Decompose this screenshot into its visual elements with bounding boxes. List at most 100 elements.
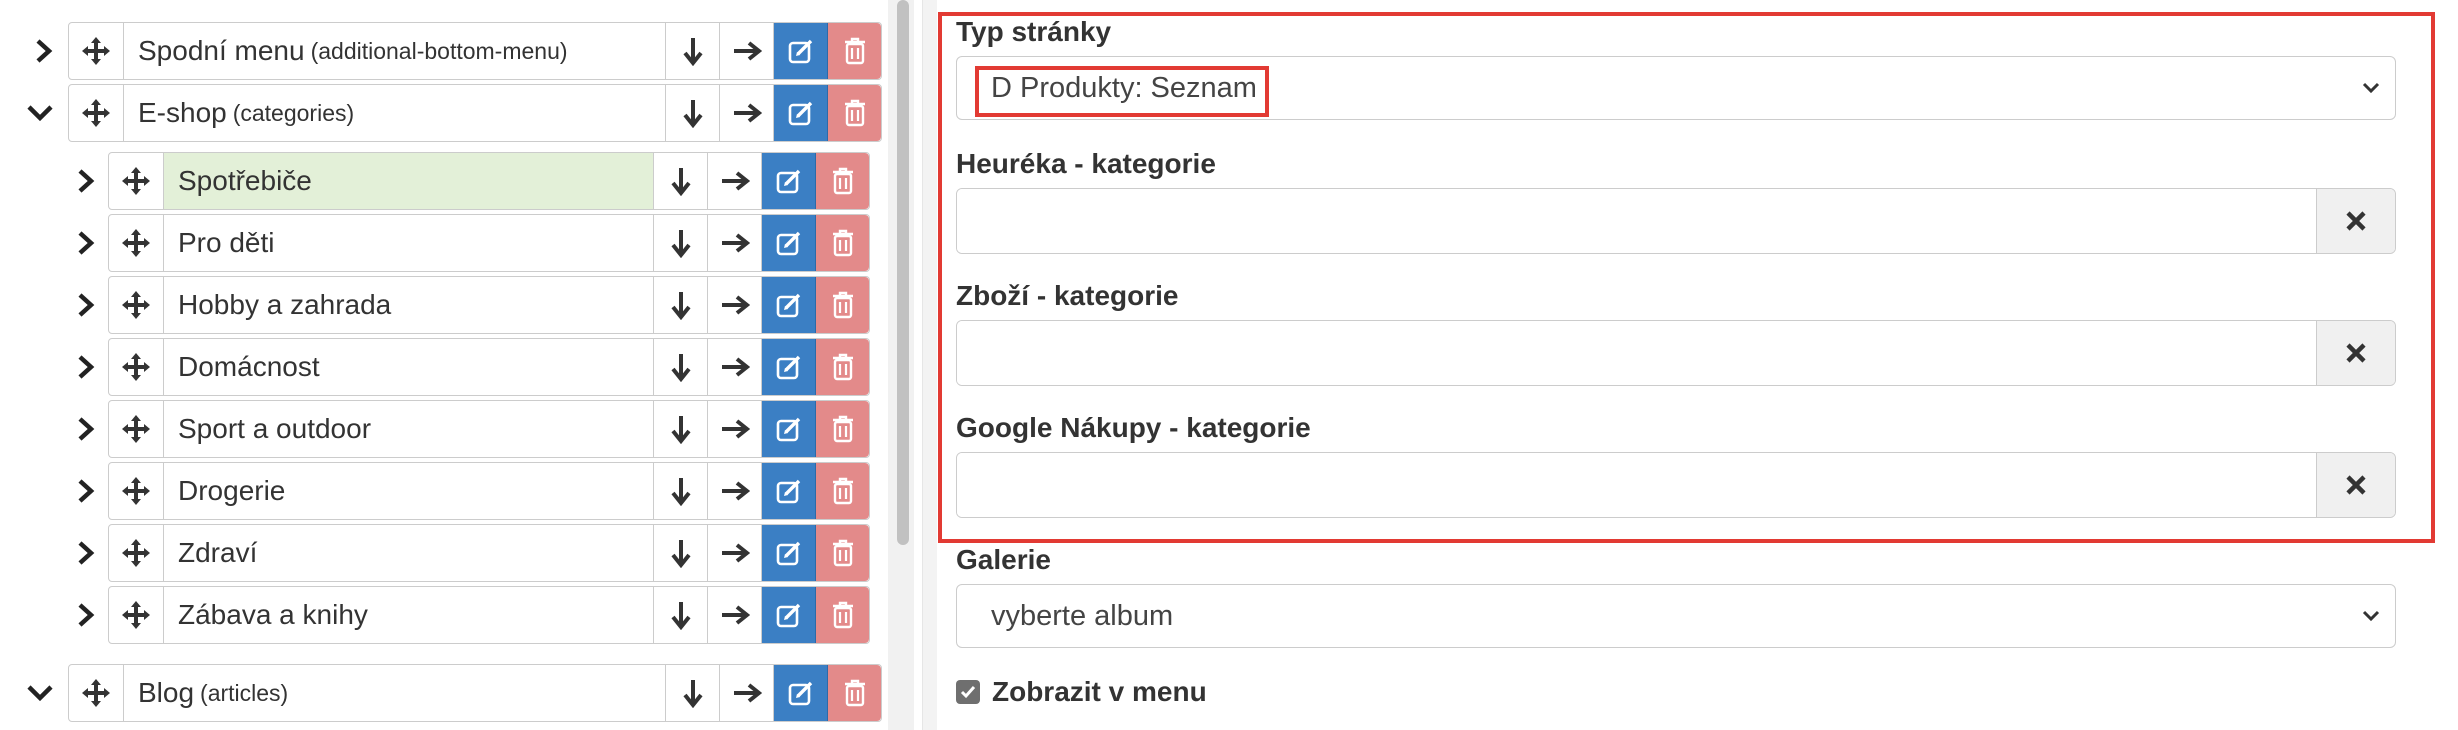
delete-button[interactable]: [816, 215, 869, 271]
edit-button[interactable]: [762, 215, 816, 271]
chevron-right-icon[interactable]: [66, 462, 106, 520]
chevron-right-icon[interactable]: [66, 524, 106, 582]
tree-child-row: Zábava a knihy: [0, 586, 870, 644]
move-down-button[interactable]: [654, 153, 708, 209]
indent-button[interactable]: [708, 463, 762, 519]
indent-button[interactable]: [720, 85, 774, 141]
edit-button[interactable]: [762, 463, 816, 519]
tree-item-label[interactable]: Pro děti: [164, 215, 654, 271]
close-icon[interactable]: [2316, 453, 2395, 517]
indent-button[interactable]: [708, 525, 762, 581]
tree-item-label[interactable]: Zábava a knihy: [164, 587, 654, 643]
move-down-button[interactable]: [666, 23, 720, 79]
panel-divider: [922, 0, 937, 730]
delete-button[interactable]: [816, 463, 869, 519]
tree-item-label[interactable]: Blog (articles): [124, 665, 666, 721]
edit-button[interactable]: [774, 665, 828, 721]
move-down-button[interactable]: [654, 525, 708, 581]
gallery-label: Galerie: [956, 544, 1051, 575]
tree-item-label[interactable]: Sport a outdoor: [164, 401, 654, 457]
move-icon[interactable]: [69, 665, 124, 721]
delete-button[interactable]: [816, 401, 869, 457]
chevron-right-icon[interactable]: [66, 586, 106, 644]
chevron-down-icon: [2361, 78, 2381, 103]
show-in-menu-checkbox[interactable]: [956, 680, 980, 704]
edit-button[interactable]: [762, 525, 816, 581]
zbozi-category-label: Zboží - kategorie: [956, 280, 1179, 311]
chevron-down-icon: [2361, 606, 2381, 631]
close-icon[interactable]: [2316, 189, 2395, 253]
zbozi-category-field: [956, 320, 2396, 386]
chevron-right-icon[interactable]: [66, 338, 106, 396]
move-icon[interactable]: [69, 85, 124, 141]
scrollbar-thumb[interactable]: [897, 0, 909, 545]
indent-button[interactable]: [708, 587, 762, 643]
edit-button[interactable]: [762, 401, 816, 457]
gallery-select[interactable]: vyberte album: [956, 584, 2396, 648]
tree-item-label[interactable]: Spodní menu (additional-bottom-menu): [124, 23, 666, 79]
move-icon[interactable]: [109, 463, 164, 519]
delete-button[interactable]: [816, 339, 869, 395]
delete-button[interactable]: [828, 23, 881, 79]
indent-button[interactable]: [708, 153, 762, 209]
tree-row-bottom-menu: Spodní menu (additional-bottom-menu): [0, 22, 882, 80]
page-type-value: D Produkty: Seznam: [991, 72, 1257, 104]
chevron-right-icon[interactable]: [24, 22, 64, 80]
indent-button[interactable]: [720, 665, 774, 721]
move-down-button[interactable]: [654, 463, 708, 519]
indent-button[interactable]: [708, 277, 762, 333]
move-down-button[interactable]: [654, 401, 708, 457]
move-icon[interactable]: [109, 215, 164, 271]
move-down-button[interactable]: [654, 339, 708, 395]
move-icon[interactable]: [109, 587, 164, 643]
move-icon[interactable]: [109, 339, 164, 395]
move-icon[interactable]: [109, 525, 164, 581]
edit-button[interactable]: [762, 587, 816, 643]
tree-item-label[interactable]: Spotřebiče: [164, 153, 654, 209]
move-down-button[interactable]: [654, 277, 708, 333]
chevron-right-icon[interactable]: [66, 214, 106, 272]
tree-item-label[interactable]: Drogerie: [164, 463, 654, 519]
move-down-button[interactable]: [654, 215, 708, 271]
heureka-category-input[interactable]: [957, 189, 2317, 253]
chevron-down-icon[interactable]: [20, 84, 60, 142]
edit-button[interactable]: [774, 23, 828, 79]
move-down-button[interactable]: [654, 587, 708, 643]
move-down-button[interactable]: [666, 665, 720, 721]
show-in-menu-row: Zobrazit v menu: [956, 676, 1207, 708]
indent-button[interactable]: [708, 401, 762, 457]
move-down-button[interactable]: [666, 85, 720, 141]
tree-item-label[interactable]: E-shop (categories): [124, 85, 666, 141]
move-icon[interactable]: [109, 277, 164, 333]
edit-button[interactable]: [774, 85, 828, 141]
chevron-right-icon[interactable]: [66, 152, 106, 210]
move-icon[interactable]: [109, 401, 164, 457]
delete-button[interactable]: [816, 277, 869, 333]
close-icon[interactable]: [2316, 321, 2395, 385]
chevron-right-icon[interactable]: [66, 276, 106, 334]
menu-tree: Spodní menu (additional-bottom-menu) E-sh…: [0, 0, 882, 730]
indent-button[interactable]: [708, 215, 762, 271]
move-icon[interactable]: [69, 23, 124, 79]
delete-button[interactable]: [828, 665, 881, 721]
page-type-select[interactable]: D Produkty: Seznam: [956, 56, 2396, 120]
chevron-right-icon[interactable]: [66, 400, 106, 458]
google-category-input[interactable]: [957, 453, 2317, 517]
heureka-category-field: [956, 188, 2396, 254]
edit-button[interactable]: [762, 153, 816, 209]
tree-item-label[interactable]: Domácnost: [164, 339, 654, 395]
chevron-down-icon[interactable]: [20, 664, 60, 722]
tree-child-row: Domácnost: [0, 338, 870, 396]
edit-button[interactable]: [762, 339, 816, 395]
zbozi-category-input[interactable]: [957, 321, 2317, 385]
tree-item-label[interactable]: Hobby a zahrada: [164, 277, 654, 333]
tree-item-label[interactable]: Zdraví: [164, 525, 654, 581]
indent-button[interactable]: [708, 339, 762, 395]
delete-button[interactable]: [816, 153, 869, 209]
delete-button[interactable]: [828, 85, 881, 141]
move-icon[interactable]: [109, 153, 164, 209]
indent-button[interactable]: [720, 23, 774, 79]
edit-button[interactable]: [762, 277, 816, 333]
delete-button[interactable]: [816, 525, 869, 581]
delete-button[interactable]: [816, 587, 869, 643]
